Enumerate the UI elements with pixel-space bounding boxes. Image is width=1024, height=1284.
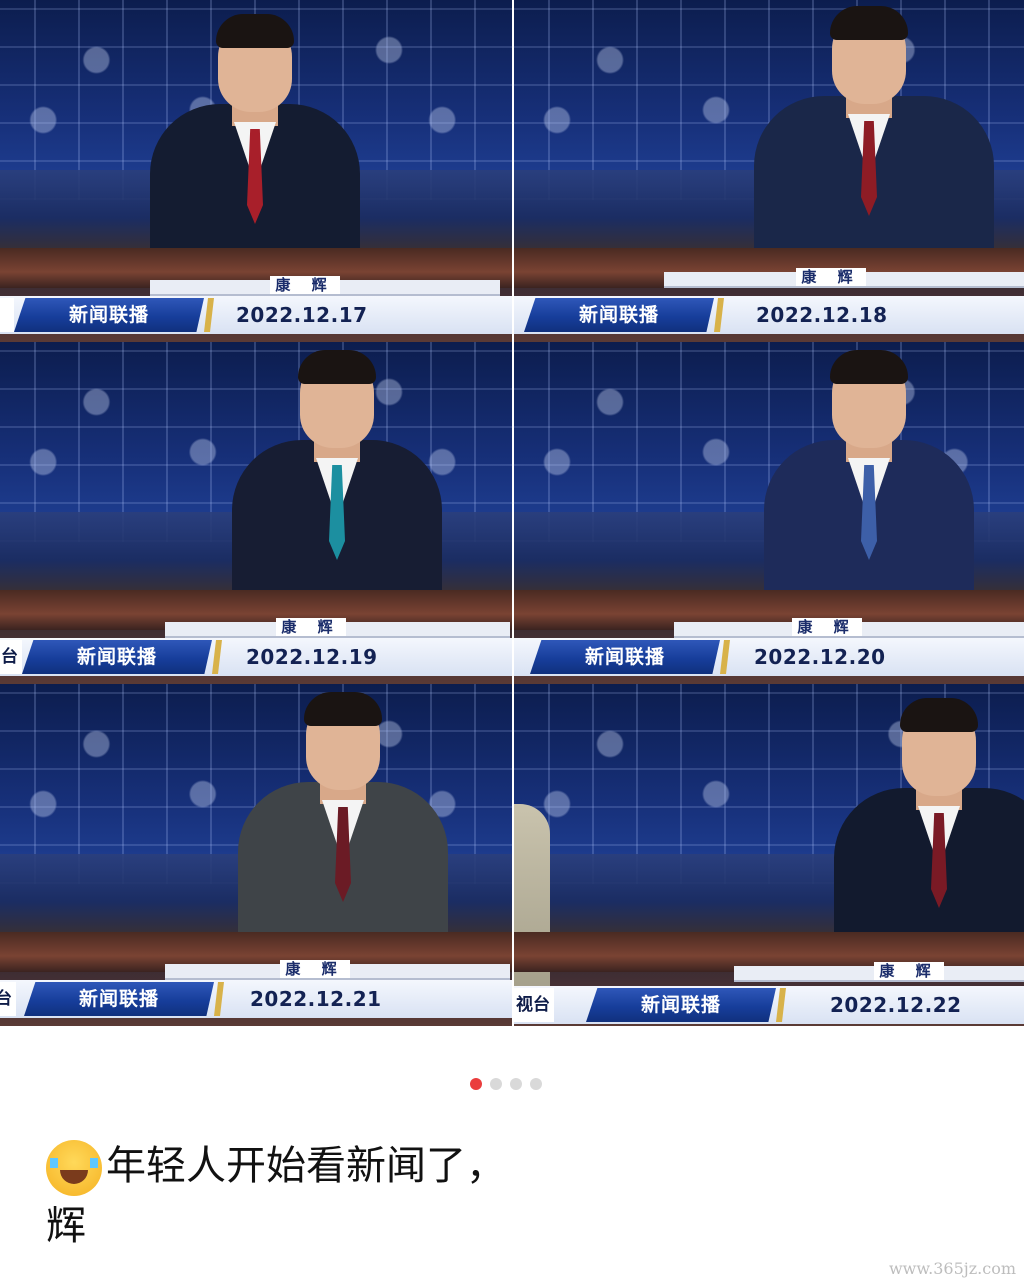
- program-name: 新闻联播: [586, 988, 776, 1022]
- anchor-name-caption: 康 辉: [874, 962, 944, 980]
- news-frame-3[interactable]: 康 辉 台 新闻联播 2022.12.19: [0, 342, 512, 684]
- page-dot-3[interactable]: [510, 1078, 522, 1090]
- broadcast-date: 2022.12.17: [236, 303, 368, 327]
- program-name: 新闻联播: [530, 640, 720, 674]
- news-frame-4[interactable]: 康 辉 新闻联播 2022.12.20: [514, 342, 1024, 684]
- tears-of-joy-emoji: [46, 1140, 102, 1196]
- anchor-name-caption: 康 辉: [796, 268, 866, 286]
- program-name: 新闻联播: [14, 298, 204, 332]
- news-frame-1[interactable]: 康 辉 新闻联播 2022.12.17: [0, 0, 512, 342]
- channel-tail: 台: [0, 982, 16, 1016]
- news-anchor: [232, 350, 442, 620]
- anchor-name-caption: 康 辉: [280, 960, 350, 978]
- news-anchor: [754, 6, 994, 276]
- news-anchor: [834, 684, 1024, 968]
- page-dot-2[interactable]: [490, 1078, 502, 1090]
- program-name: 新闻联播: [524, 298, 714, 332]
- program-name: 新闻联播: [22, 640, 212, 674]
- broadcast-date: 2022.12.22: [830, 993, 962, 1017]
- news-frame-6[interactable]: 康 辉 视台 新闻联播 2022.12.22: [514, 684, 1024, 1026]
- news-anchor: [764, 350, 974, 620]
- channel-tail: [0, 298, 14, 332]
- news-anchor: [238, 692, 448, 962]
- caption-line-2: 辉: [46, 1203, 86, 1249]
- news-frame-5[interactable]: 康 辉 台 新闻联播 2022.12.21: [0, 684, 512, 1026]
- anchor-name-caption: 康 辉: [270, 276, 340, 294]
- image-grid[interactable]: 康 辉 新闻联播 2022.12.17 康 辉 新闻联播 2022.12.18: [0, 0, 1024, 1026]
- broadcast-date: 2022.12.19: [246, 645, 378, 669]
- channel-tail: 台: [0, 640, 22, 674]
- anchor-name-caption: 康 辉: [792, 618, 862, 636]
- image-pagination[interactable]: [470, 1078, 542, 1092]
- caption-line-1: 年轻人开始看新闻了，: [106, 1143, 506, 1189]
- post-caption: 年轻人开始看新闻了， 辉: [46, 1136, 506, 1256]
- page-dot-1[interactable]: [470, 1078, 482, 1090]
- page-dot-4[interactable]: [530, 1078, 542, 1090]
- news-frame-2[interactable]: 康 辉 新闻联播 2022.12.18: [514, 0, 1024, 342]
- broadcast-date: 2022.12.21: [250, 987, 382, 1011]
- channel-tail: 视台: [514, 988, 554, 1022]
- broadcast-date: 2022.12.18: [756, 303, 888, 327]
- site-watermark: www.365jz.com: [888, 1259, 1016, 1278]
- news-anchor: [150, 14, 360, 284]
- broadcast-date: 2022.12.20: [754, 645, 886, 669]
- program-name: 新闻联播: [24, 982, 214, 1016]
- anchor-name-caption: 康 辉: [276, 618, 346, 636]
